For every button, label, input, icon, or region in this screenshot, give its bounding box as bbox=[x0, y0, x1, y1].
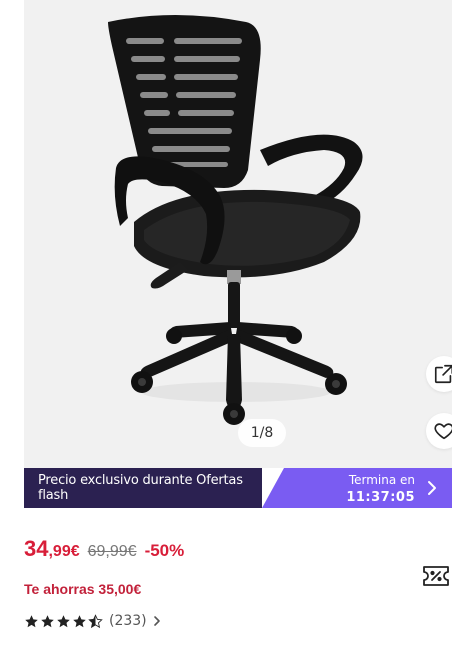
coupon-ticket-icon bbox=[423, 566, 449, 586]
savings-text: Te ahorras 35,00€ bbox=[24, 581, 142, 597]
star-full-icon bbox=[41, 614, 54, 627]
current-price-decimal: ,99€ bbox=[48, 543, 80, 560]
review-count: (233) bbox=[109, 613, 147, 629]
countdown-label: Termina en bbox=[348, 473, 415, 487]
coupon-button[interactable] bbox=[422, 564, 450, 593]
flash-sale-banner[interactable]: Precio exclusivo durante Ofertas flash T… bbox=[24, 468, 452, 508]
star-full-icon bbox=[73, 614, 86, 627]
product-image-office-chair[interactable] bbox=[24, 0, 452, 468]
product-image-gallery[interactable]: 1/8 bbox=[24, 0, 452, 468]
star-rating bbox=[24, 613, 103, 629]
heart-outline-icon bbox=[434, 423, 452, 440]
price-row: 34 ,99€ 69,99€ -50% bbox=[24, 536, 184, 562]
discount-badge: -50% bbox=[144, 541, 185, 560]
star-half-icon bbox=[88, 613, 103, 628]
chevron-right-icon bbox=[153, 616, 160, 626]
original-price: 69,99€ bbox=[87, 543, 137, 560]
current-price-integer: 34 bbox=[24, 536, 49, 561]
star-full-icon bbox=[25, 614, 38, 627]
chevron-right-icon bbox=[428, 481, 436, 495]
star-full-icon bbox=[57, 614, 70, 627]
countdown-timer: 11:37:05 bbox=[346, 490, 415, 505]
rating-row[interactable]: (233) bbox=[24, 613, 161, 629]
flash-sale-text: Precio exclusivo durante Ofertas flash bbox=[24, 468, 262, 508]
share-external-icon bbox=[434, 364, 452, 384]
flash-sale-countdown[interactable]: Termina en 11:37:05 bbox=[262, 468, 452, 508]
image-counter: 1/8 bbox=[238, 419, 286, 447]
